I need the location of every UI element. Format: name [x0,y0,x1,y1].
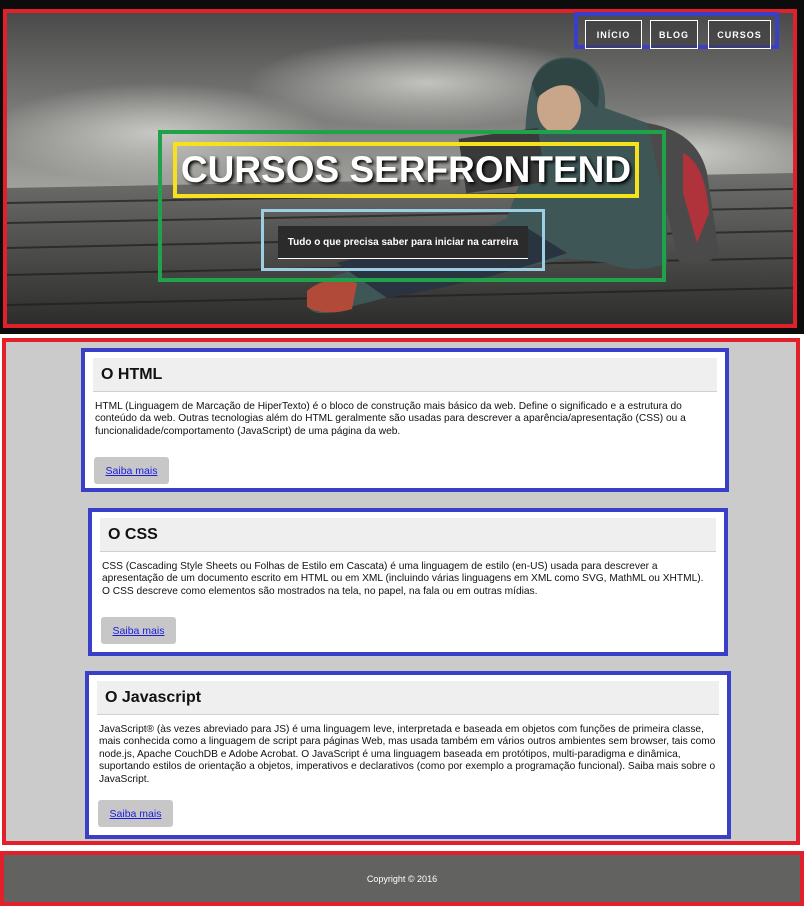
card-title: O CSS [100,518,716,552]
hero-header: INÍCIO BLOG CURSOS CURSOS SERFRONTEND Tu… [0,0,804,334]
card-html: O HTML HTML (Linguagem de Marcação de Hi… [81,348,729,492]
hero-subtitle-box: Tudo o que precisa saber para iniciar na… [261,209,545,271]
card-title: O Javascript [97,681,719,715]
card-title: O HTML [93,358,717,392]
card-description: CSS (Cascading Style Sheets ou Folhas de… [102,561,704,597]
card-css: O CSS CSS (Cascading Style Sheets ou Fol… [88,508,728,656]
hero-title: CURSOS SERFRONTEND [180,149,632,190]
card-javascript: O Javascript JavaScript® (às vezes abrev… [85,671,731,839]
nav-blog-link[interactable]: BLOG [650,20,698,49]
card-description: JavaScript® (às vezes abreviado para JS)… [99,724,716,785]
saiba-mais-button[interactable]: Saiba mais [98,800,173,827]
hero-title-box: CURSOS SERFRONTEND [173,142,639,198]
hero-subtitle-button[interactable]: Tudo o que precisa saber para iniciar na… [278,226,528,259]
saiba-mais-button[interactable]: Saiba mais [94,457,169,484]
page-footer: Copyright © 2016 [0,851,804,906]
main-nav: INÍCIO BLOG CURSOS [574,12,779,49]
card-description: HTML (Linguagem de Marcação de HiperText… [95,401,686,437]
nav-cursos-link[interactable]: CURSOS [708,20,771,49]
saiba-mais-button[interactable]: Saiba mais [101,617,176,644]
nav-inicio-link[interactable]: INÍCIO [585,20,642,49]
main-content: O HTML HTML (Linguagem de Marcação de Hi… [2,338,800,845]
copyright-text: Copyright © 2016 [366,873,438,884]
